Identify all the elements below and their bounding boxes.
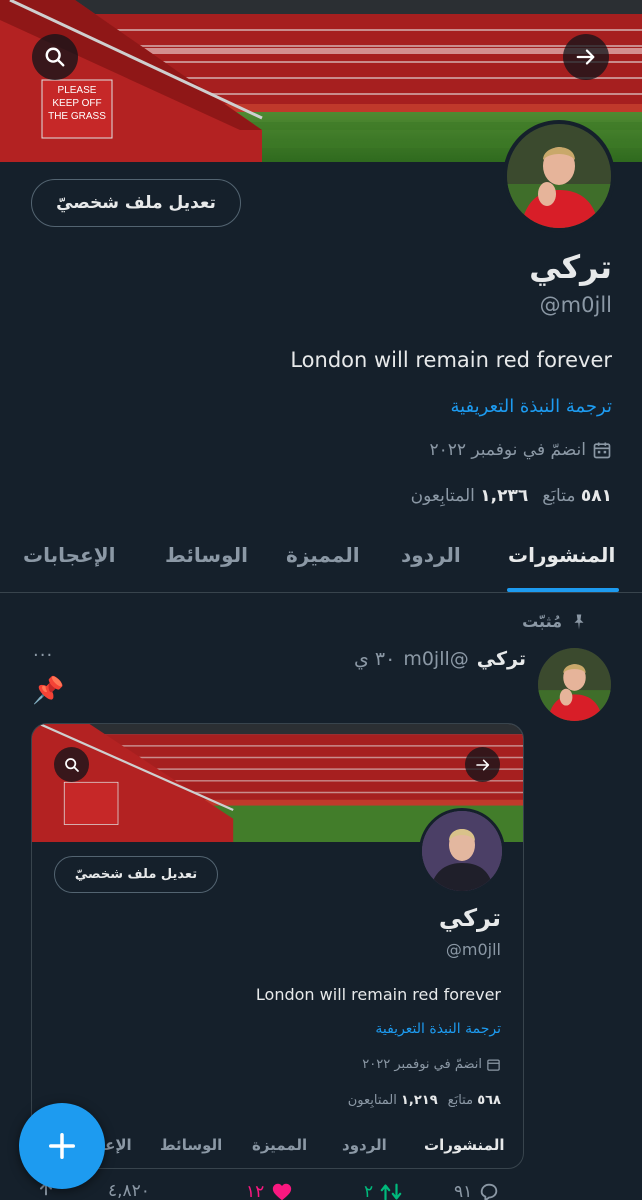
translate-bio-link[interactable]: ترجمة النبذة التعريفية	[450, 396, 612, 417]
embedded-back-button	[465, 747, 500, 782]
repost-icon	[380, 1183, 402, 1200]
profile-avatar[interactable]	[503, 120, 615, 232]
following-count: ٥٨١	[580, 486, 612, 506]
views-count: ٤,٨٢٠	[108, 1181, 150, 1200]
like-count: ١٢	[246, 1182, 265, 1200]
post-media-card[interactable]: تعديل ملف شخصيّ تركي @m0jll London will …	[31, 723, 524, 1169]
repost-count: ٢	[364, 1182, 374, 1200]
avatar-image	[538, 648, 611, 721]
calendar-icon	[593, 442, 611, 459]
embedded-tab-replies: الردود	[342, 1136, 387, 1154]
tabs-divider	[0, 592, 642, 593]
reply-icon	[481, 1183, 498, 1200]
profile-bio: London will remain red forever	[290, 348, 612, 372]
edit-profile-button[interactable]: تعديل ملف شخصيّ	[31, 179, 241, 227]
display-name: تركي	[529, 248, 612, 286]
following-label: متابَع	[542, 486, 576, 506]
post-header: تركي @m0jll ٣٠ ي	[354, 648, 526, 670]
search-icon	[64, 757, 79, 772]
heart-icon	[273, 1183, 292, 1200]
follow-stats: ٥٨١ متابَع ١,٢٣٦ المتابِعون	[411, 486, 612, 506]
embedded-avatar	[419, 808, 505, 894]
reply-count: ٩١	[454, 1182, 473, 1200]
arrow-right-icon	[576, 49, 595, 65]
tab-posts[interactable]: المنشورات	[508, 543, 615, 567]
post-author-avatar[interactable]	[538, 648, 611, 721]
repost-button[interactable]: ٢	[364, 1181, 403, 1200]
followers-label: المتابِعون	[410, 486, 475, 506]
post-author-name[interactable]: تركي	[477, 648, 526, 670]
pinned-indicator: مُثبّت	[522, 612, 584, 631]
search-button[interactable]	[32, 34, 78, 80]
embedded-tab-highlights: المميزة	[252, 1136, 308, 1154]
embedded-join-date-text: انضمّ في نوفمبر ٢٠٢٢	[362, 1057, 482, 1072]
like-button[interactable]: ١٢	[246, 1181, 294, 1200]
more-options-button[interactable]: ···	[33, 645, 53, 666]
followers-count: ١,٢٣٦	[480, 486, 529, 506]
tab-likes[interactable]: الإعجابات	[23, 543, 115, 567]
reply-button[interactable]: ٩١	[454, 1181, 500, 1200]
search-icon	[45, 47, 65, 67]
embedded-translate-bio: ترجمة النبذة التعريفية	[375, 1021, 501, 1037]
embedded-followers-count: ١,٢١٩	[400, 1093, 438, 1108]
calendar-icon	[487, 1059, 500, 1071]
pin-icon	[574, 614, 584, 629]
embedded-followers-label: المتابِعون	[347, 1093, 397, 1108]
arrow-right-icon	[475, 759, 489, 770]
embedded-tab-posts: المنشورات	[424, 1136, 505, 1154]
embedded-following-label: متابَع	[447, 1093, 474, 1108]
profile-handle: @m0jll	[539, 293, 612, 317]
avatar-image	[507, 124, 611, 228]
pinned-label: مُثبّت	[522, 612, 562, 631]
embedded-tab-media: الوسائط	[160, 1136, 223, 1154]
tab-media[interactable]: الوسائط	[165, 543, 248, 567]
compose-button[interactable]	[19, 1103, 105, 1189]
join-date: انضمّ في نوفمبر ٢٠٢٢	[429, 440, 612, 460]
embedded-edit-profile-button: تعديل ملف شخصيّ	[54, 856, 218, 893]
embedded-follow-stats: ٥٦٨ متابَع ١,٢١٩ المتابِعون	[348, 1093, 501, 1108]
embedded-search-button	[54, 747, 89, 782]
followers-link[interactable]: ١,٢٣٦ المتابِعون	[411, 486, 529, 506]
join-date-text: انضمّ في نوفمبر ٢٠٢٢	[429, 440, 586, 460]
embedded-following-count: ٥٦٨	[477, 1093, 501, 1108]
back-button[interactable]	[563, 34, 609, 80]
tab-replies[interactable]: الردود	[401, 543, 461, 567]
pin-emoji: 📌	[32, 676, 65, 706]
embedded-handle: @m0jll	[445, 940, 501, 959]
embedded-display-name: تركي	[438, 904, 501, 932]
avatar-image	[422, 811, 502, 891]
views-button[interactable]: ٤,٨٢٠	[108, 1181, 150, 1200]
banner-sign-text: PLEASE KEEP OFF THE GRASS	[48, 85, 106, 122]
embedded-join-date: انضمّ في نوفمبر ٢٠٢٢	[362, 1057, 501, 1072]
plus-icon	[49, 1133, 75, 1159]
post-author-handle[interactable]: @m0jll	[403, 648, 468, 670]
embedded-bio: London will remain red forever	[255, 985, 501, 1004]
following-link[interactable]: ٥٨١ متابَع	[542, 486, 612, 506]
tab-highlights[interactable]: المميزة	[286, 543, 360, 567]
post-time[interactable]: ٣٠ ي	[354, 648, 395, 670]
